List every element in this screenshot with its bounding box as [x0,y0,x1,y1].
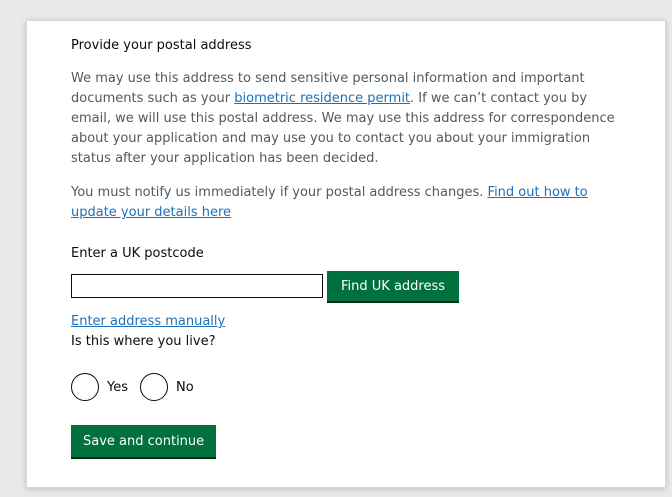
radio-yes-circle[interactable] [71,373,99,401]
enter-address-manually-link[interactable]: Enter address manually [71,314,225,329]
radio-yes[interactable]: Yes [71,373,128,401]
save-and-continue-button[interactable]: Save and continue [71,425,217,457]
address-panel: Provide your postal address We may use t… [26,20,666,488]
info-paragraph-1: We may use this address to send sensitiv… [71,69,616,169]
radio-no-label: No [176,379,194,395]
info-paragraph-2-text-before: You must notify us immediately if your p… [71,185,488,200]
postcode-input[interactable] [71,274,323,298]
postcode-label: Enter a UK postcode [71,246,204,261]
address-form: Provide your postal address We may use t… [71,37,616,457]
radio-no[interactable]: No [140,373,194,401]
radio-no-circle[interactable] [140,373,168,401]
form-heading: Provide your postal address [71,38,252,53]
postcode-row: Find UK address [71,271,616,301]
where-you-live-radios: Yes No [71,373,616,401]
where-you-live-question: Is this where you live? [71,334,216,349]
page: Provide your postal address We may use t… [0,0,672,497]
info-paragraph-2: You must notify us immediately if your p… [71,183,616,223]
biometric-residence-permit-link[interactable]: biometric residence permit [234,91,410,106]
radio-yes-label: Yes [107,379,128,395]
find-uk-address-button[interactable]: Find UK address [327,271,460,301]
